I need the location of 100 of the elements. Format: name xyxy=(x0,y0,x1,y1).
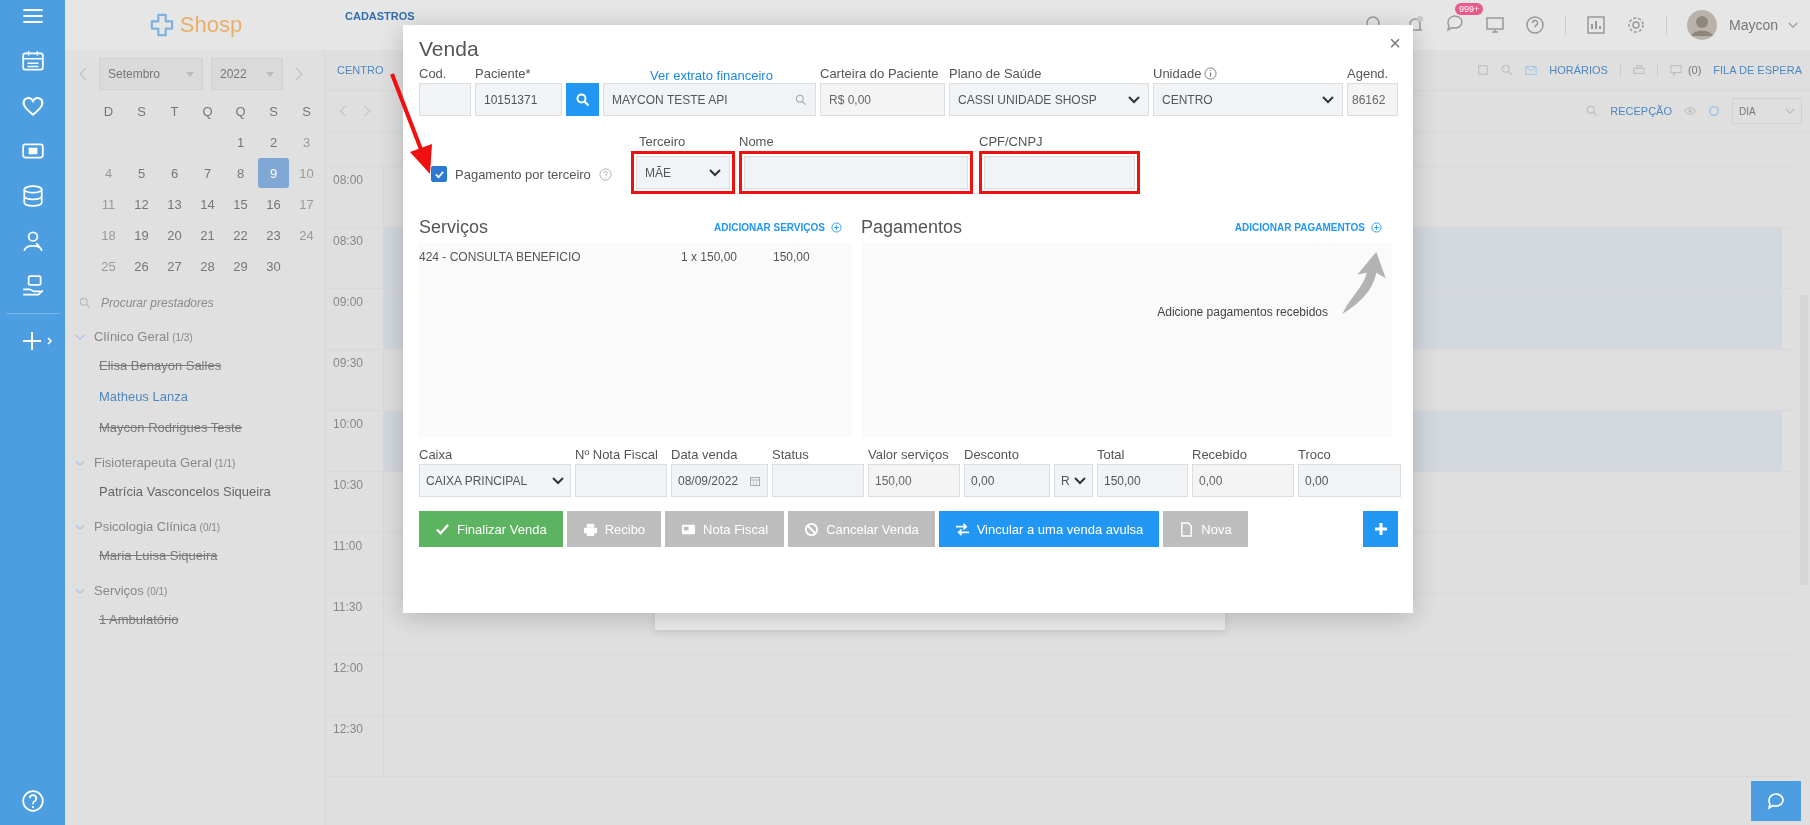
search-button[interactable] xyxy=(566,83,599,116)
calendar-day[interactable]: 21 xyxy=(192,220,223,250)
calendar-day[interactable]: 3 xyxy=(291,127,322,157)
calendar-day[interactable]: 27 xyxy=(159,251,190,281)
person-icon[interactable] xyxy=(20,229,45,253)
calendar-day[interactable]: 7 xyxy=(192,158,223,188)
month-select[interactable]: Setembro xyxy=(99,58,203,90)
calendar-day[interactable]: 11 xyxy=(93,189,124,219)
plus-icon[interactable] xyxy=(20,329,55,353)
add-services-link[interactable]: ADICIONAR SERVIÇOS xyxy=(714,221,842,233)
action-button[interactable]: Nota Fiscal xyxy=(665,511,785,547)
calendar-day[interactable]: 12 xyxy=(126,189,157,219)
action-button[interactable]: Vincular a uma venda avulsa xyxy=(938,511,1160,547)
calendar-day[interactable]: 26 xyxy=(126,251,157,281)
calendar-day[interactable]: 13 xyxy=(159,189,190,219)
provider-search-field[interactable]: Procurar prestadores xyxy=(79,295,314,311)
action-button[interactable]: Finalizar Venda xyxy=(419,511,563,547)
chat-icon[interactable] xyxy=(1669,64,1682,76)
chevron-left-icon[interactable] xyxy=(79,67,87,81)
waiting-list-link[interactable]: FILA DE ESPERA xyxy=(1713,64,1802,76)
chevron-right-icon[interactable] xyxy=(295,67,303,81)
group-name[interactable]: Serviços xyxy=(94,583,144,598)
checkbox-label[interactable]: Pagamento por terceiro xyxy=(455,166,591,182)
provider-name[interactable]: Maria Luisa Siqueira xyxy=(99,548,314,563)
text-field[interactable]: 0,00 xyxy=(964,464,1050,497)
help-icon[interactable] xyxy=(598,167,612,181)
nav-link[interactable]: CADASTROS xyxy=(345,10,415,22)
message-count[interactable]: (0) xyxy=(1687,64,1702,76)
calendar-day[interactable]: 14 xyxy=(192,189,223,219)
calendar-day[interactable]: 4 xyxy=(93,158,124,188)
calendar-day[interactable]: 5 xyxy=(126,158,157,188)
chevron-down-icon[interactable] xyxy=(75,524,85,531)
calendar-day[interactable]: 29 xyxy=(225,251,256,281)
eye-icon[interactable] xyxy=(1684,105,1696,117)
code-field[interactable] xyxy=(419,83,471,116)
calendar-day[interactable]: 19 xyxy=(126,220,157,250)
year-select[interactable]: 2022 xyxy=(211,58,283,90)
provider-name[interactable]: Patrícia Vasconcelos Siqueira xyxy=(99,484,314,499)
printer-icon[interactable] xyxy=(1632,64,1645,76)
plan-select[interactable]: CASSI UNIDADE SHOSP xyxy=(949,83,1149,116)
avatar-icon[interactable] xyxy=(1686,10,1717,40)
action-button[interactable]: Nova xyxy=(1163,511,1248,547)
chart-icon[interactable] xyxy=(1585,15,1606,35)
third-party-select[interactable]: MÃE xyxy=(636,156,730,189)
calendar-day[interactable]: 23 xyxy=(258,220,289,250)
calendar-day[interactable]: 22 xyxy=(225,220,256,250)
chevron-down-icon[interactable] xyxy=(75,334,85,341)
calendar-day[interactable]: 17 xyxy=(291,189,322,219)
add-button[interactable] xyxy=(1363,511,1398,547)
schedule-link[interactable]: HORÁRIOS xyxy=(1549,64,1608,76)
unit-select[interactable]: CENTRO xyxy=(1153,83,1343,116)
chevron-down-icon[interactable] xyxy=(75,460,85,467)
add-payments-link[interactable]: ADICIONAR PAGAMENTOS xyxy=(1234,221,1382,233)
checkbox[interactable] xyxy=(431,166,447,182)
help-icon[interactable] xyxy=(1524,15,1545,35)
chevron-down-icon[interactable] xyxy=(75,588,85,595)
calendar-day[interactable]: 18 xyxy=(93,220,124,250)
group-name[interactable]: Fisioterapeuta Geral xyxy=(94,455,212,470)
provider-name[interactable]: Matheus Lanza xyxy=(99,389,314,404)
settings-icon[interactable] xyxy=(1708,105,1720,117)
action-button[interactable]: Recibo xyxy=(566,511,662,547)
calendar-day[interactable]: 15 xyxy=(225,189,256,219)
settings-icon[interactable] xyxy=(1625,15,1646,35)
calendar-day[interactable]: 6 xyxy=(159,158,190,188)
calendar-day[interactable]: 20 xyxy=(159,220,190,250)
provider-name[interactable]: Elisa Benayon Salles xyxy=(99,358,314,373)
group-name[interactable]: Psicologia Clínica xyxy=(94,519,197,534)
calendar-day[interactable]: 9 xyxy=(258,158,289,188)
square-icon[interactable] xyxy=(1477,64,1490,76)
calendar-day[interactable]: 8 xyxy=(225,158,256,188)
text-field[interactable] xyxy=(575,464,667,497)
envelope-icon[interactable] xyxy=(1525,64,1538,76)
text-field[interactable]: 0,00 xyxy=(1298,464,1401,497)
provider-name[interactable]: 1 Ambulatório xyxy=(99,612,314,627)
calendar-icon[interactable] xyxy=(20,49,45,73)
monitor-icon[interactable] xyxy=(1484,15,1505,35)
text-field[interactable] xyxy=(772,464,864,497)
group-name[interactable]: Clínico Geral xyxy=(94,329,170,344)
calendar-day[interactable]: 30 xyxy=(258,251,289,281)
text-field[interactable]: 150,00 xyxy=(1097,464,1188,497)
database-icon[interactable] xyxy=(20,184,45,208)
statement-link[interactable]: Ver extrato financeiro xyxy=(650,68,773,83)
unit-link[interactable]: CENTRO xyxy=(337,64,384,76)
search-icon[interactable] xyxy=(1586,105,1599,117)
chevron-down-icon[interactable] xyxy=(1788,21,1798,29)
date-field[interactable]: 08/09/2022 xyxy=(671,464,768,497)
hand-icon[interactable] xyxy=(20,274,45,298)
chat-button[interactable] xyxy=(1751,781,1801,821)
select-field[interactable]: CAIXA PRINCIPAL xyxy=(419,464,571,497)
calendar-day[interactable]: 1 xyxy=(225,127,256,157)
chat-icon[interactable] xyxy=(1444,13,1465,33)
search-icon[interactable] xyxy=(1501,64,1514,76)
calendar-day[interactable]: 28 xyxy=(192,251,223,281)
patient-name-field[interactable]: MAYCON TESTE API xyxy=(603,83,816,116)
action-button[interactable]: Cancelar Venda xyxy=(788,511,935,547)
calendar-day[interactable]: 2 xyxy=(258,127,289,157)
calendar-day[interactable]: 24 xyxy=(291,220,322,250)
view-mode-link[interactable]: RECEPÇÃO xyxy=(1610,105,1672,117)
patient-id-field[interactable]: 10151371 xyxy=(475,83,562,116)
calendar-day[interactable]: 16 xyxy=(258,189,289,219)
